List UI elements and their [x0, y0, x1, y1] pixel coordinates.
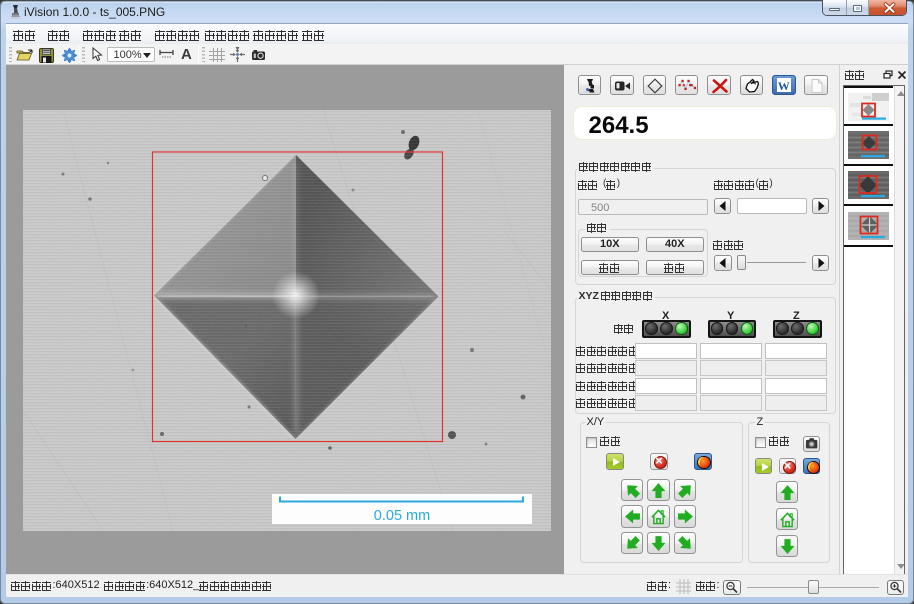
- svg-text:0.05 mm: 0.05 mm: [374, 508, 430, 524]
